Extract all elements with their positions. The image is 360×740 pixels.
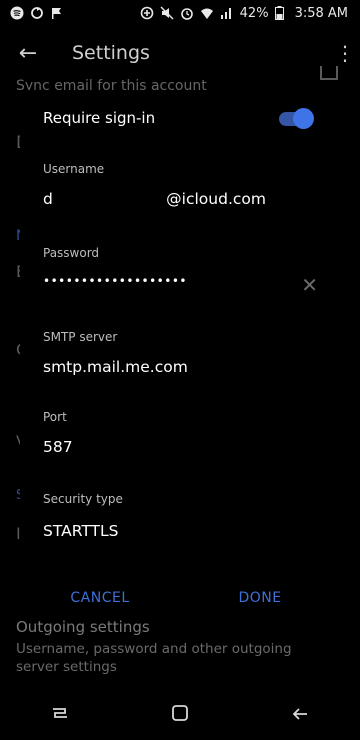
toggle-thumb [293,108,314,129]
outgoing-settings-item[interactable]: Outgoing settings Username, password and… [16,618,336,676]
require-signin-toggle[interactable] [279,108,314,129]
outgoing-settings-title: Outgoing settings [16,618,150,636]
spotify-icon [10,6,24,20]
nav-bar [0,690,360,740]
sync-icon [30,6,44,20]
smtp-server-field[interactable]: SMTP server smtp.mail.me.com [43,330,318,376]
password-field[interactable]: Password ••••••••••••••••••• [43,246,318,288]
username-input[interactable]: d @icloud.com [43,190,318,208]
more-vert-icon[interactable]: ⋮ [330,41,360,65]
outgoing-server-dialog: Require sign-in Username d @icloud.com P… [20,90,340,625]
port-input[interactable]: 587 [43,438,318,456]
signal-icon [220,6,234,20]
mute-icon [160,6,174,20]
password-label: Password [43,246,100,260]
security-type-field[interactable]: Security type STARTTLS [43,492,318,540]
clear-icon[interactable]: ✕ [301,273,318,297]
sync-email-setting: Sync email for this account [16,78,207,90]
cancel-button[interactable]: CANCEL [20,590,180,606]
flag-icon [50,6,64,20]
port-field[interactable]: Port 587 [43,410,318,456]
home-icon[interactable] [171,703,189,727]
battery-percent: 42% [239,5,269,21]
recents-icon[interactable] [51,703,69,727]
smtp-server-label: SMTP server [43,330,118,344]
password-input[interactable]: ••••••••••••••••••• [43,274,318,288]
status-bar: 42% 3:58 AM [0,0,360,26]
username-label: Username [43,162,105,176]
sync-checkbox [320,66,338,80]
security-type-label: Security type [43,492,123,506]
wifi-call-icon [200,6,214,20]
alarm-icon [180,6,194,20]
port-label: Port [43,410,67,424]
smtp-server-input[interactable]: smtp.mail.me.com [43,358,318,376]
require-signin-row[interactable]: Require sign-in [43,108,314,129]
battery-icon [274,6,289,20]
username-field[interactable]: Username d @icloud.com [43,162,318,208]
security-type-select[interactable]: STARTTLS [43,522,318,540]
page-title: Settings [72,42,150,64]
arrow-back-icon[interactable]: ← [0,41,56,66]
back-nav-icon[interactable] [291,703,309,727]
data-saver-icon [140,6,154,20]
dialog-actions: CANCEL DONE [20,590,340,606]
outgoing-settings-subtitle: Username, password and other outgoing se… [16,641,292,675]
done-button[interactable]: DONE [180,590,340,606]
require-signin-label: Require sign-in [43,109,156,127]
app-bar: ← Settings ⋮ [0,30,360,76]
clock: 3:58 AM [294,5,348,21]
